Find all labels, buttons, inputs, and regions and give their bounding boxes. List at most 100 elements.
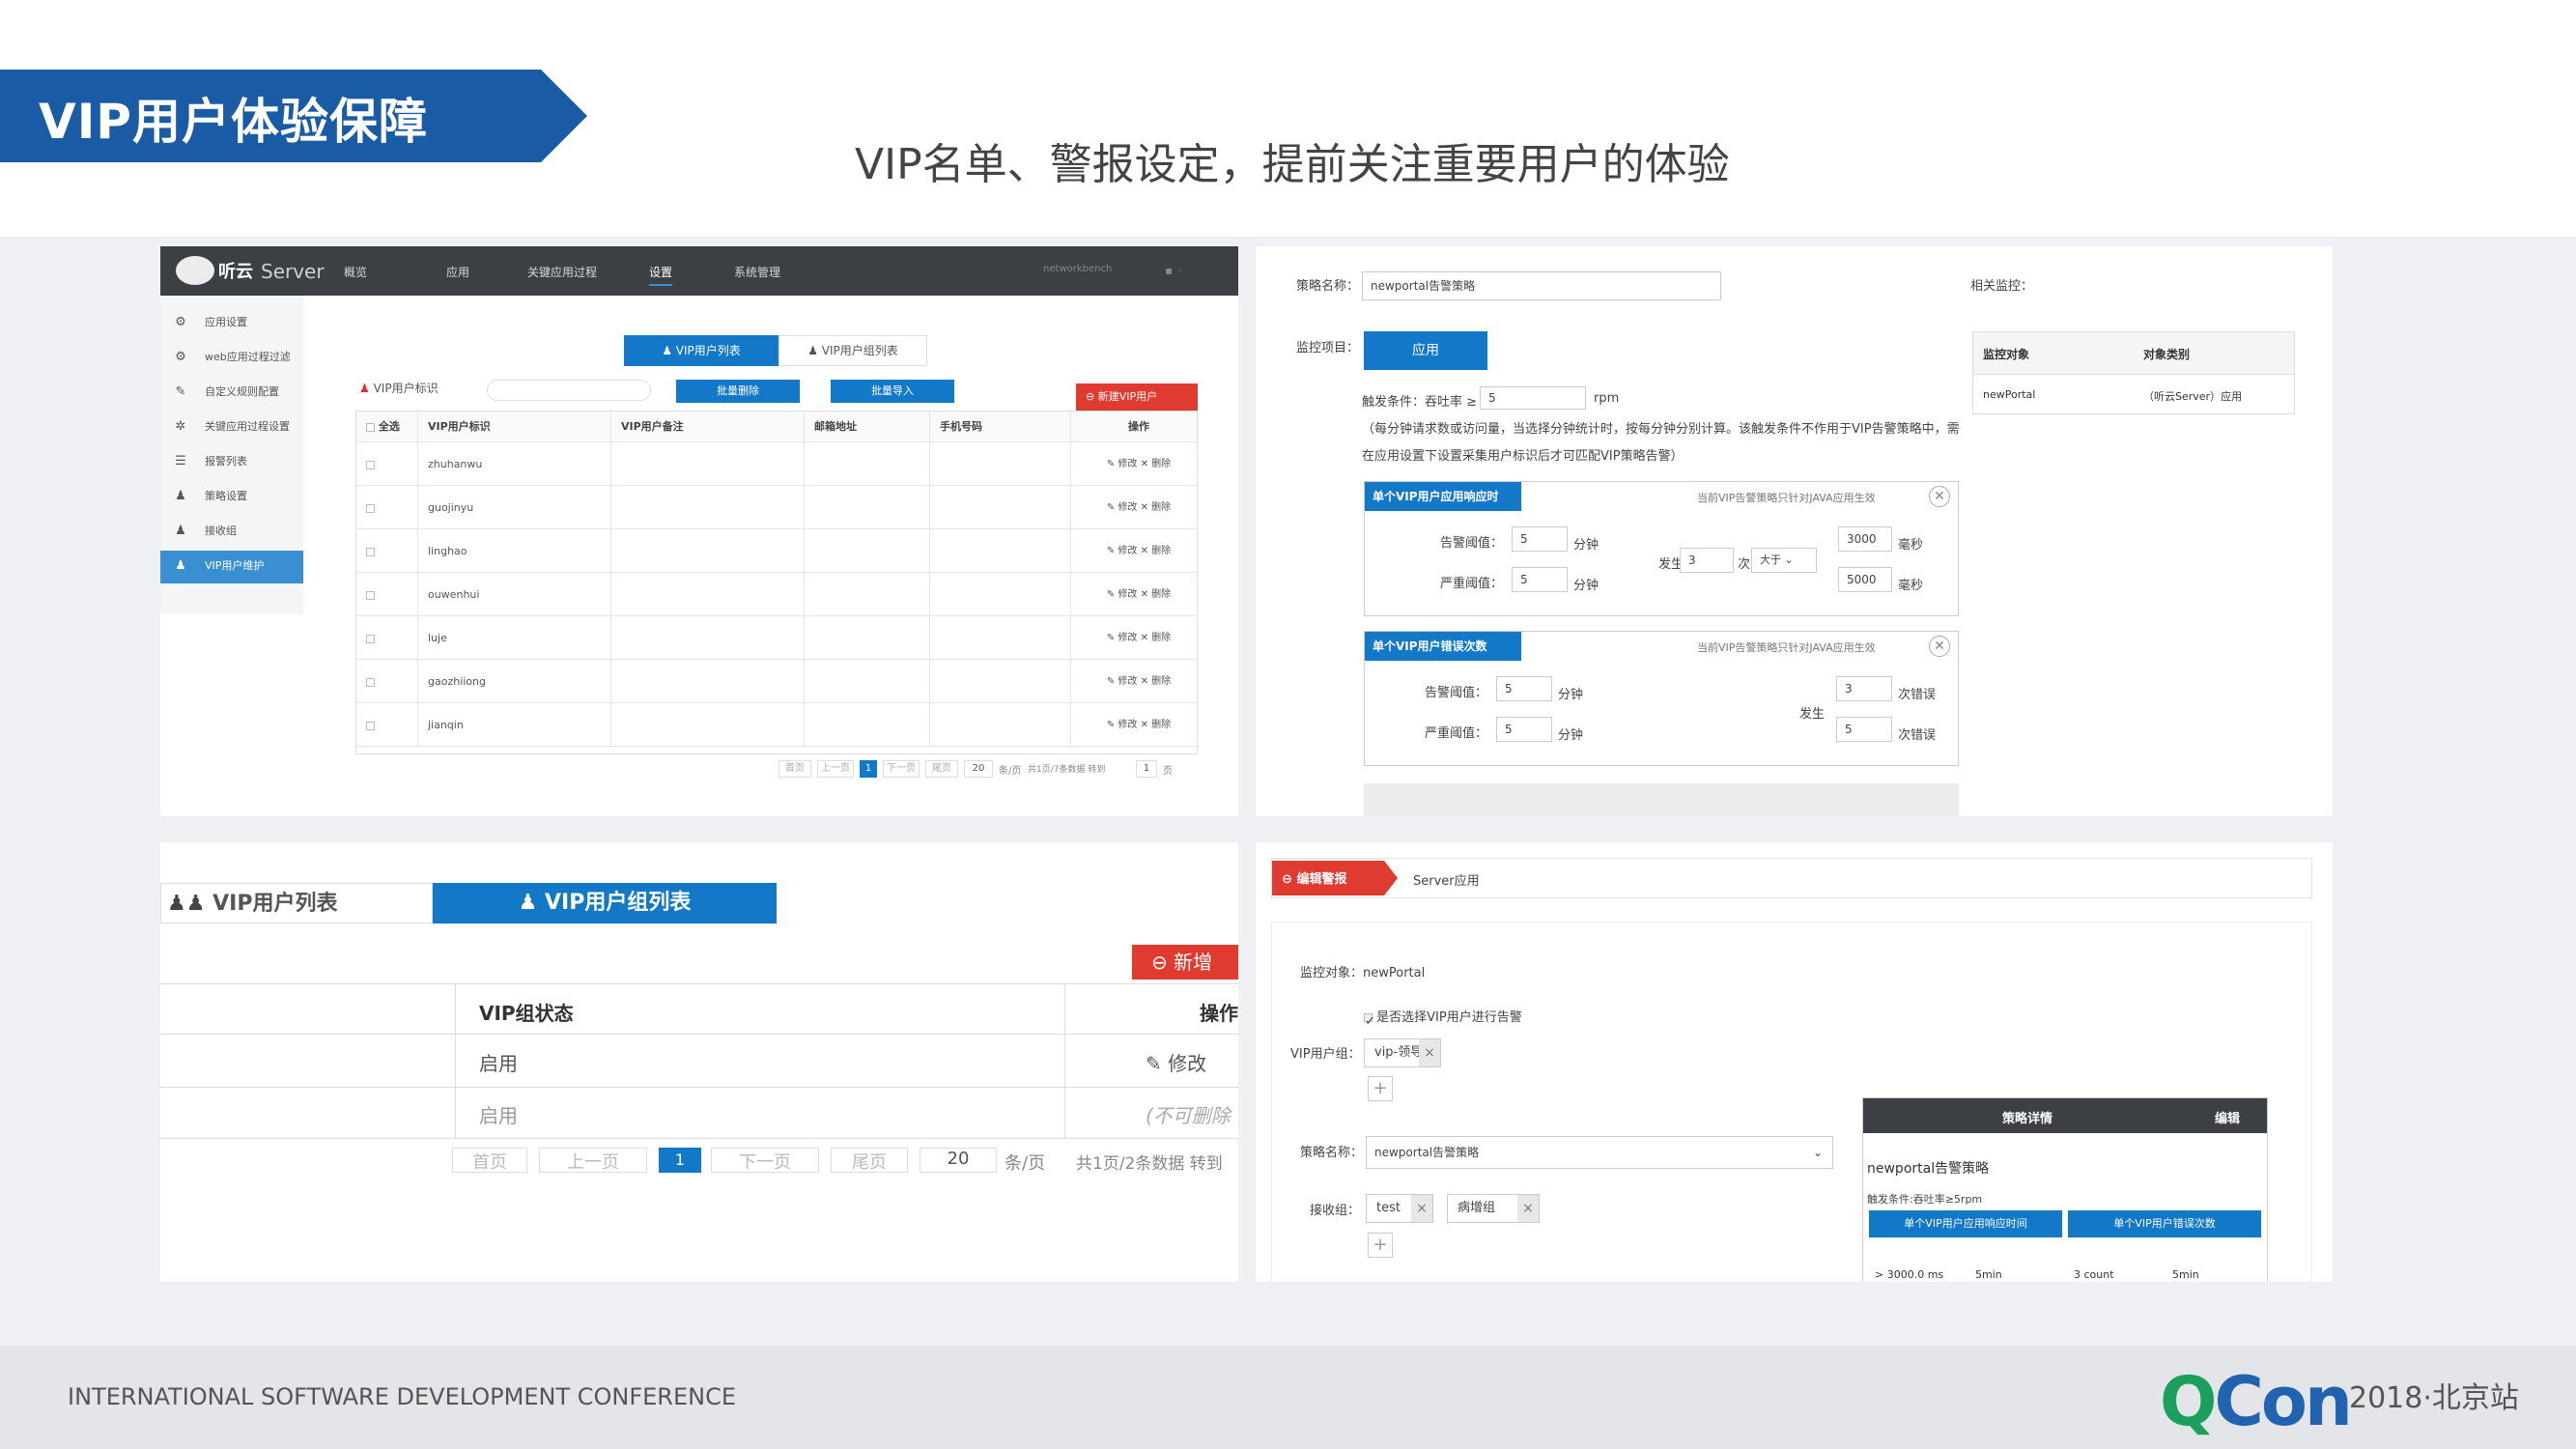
vip-alert-checkbox[interactable]: ✓ 是否选择VIP用户进行告警: [1364, 1007, 1522, 1029]
occur-count-input[interactable]: 3: [1680, 548, 1734, 573]
row-actions[interactable]: ✎ 修改 ✕ 删除: [1071, 529, 1197, 572]
row-actions[interactable]: ✎ 修改 ✕ 删除: [1071, 616, 1197, 659]
user-icon: ♟: [359, 382, 370, 395]
row-actions[interactable]: ✎ 修改 ✕ 删除: [1071, 486, 1197, 528]
tab-vip-group-list[interactable]: ♟ VIP用户组列表: [778, 335, 927, 366]
tab-vip-user-list[interactable]: ♟ VIP用户列表: [624, 335, 778, 366]
ms-crit-input[interactable]: 5000: [1838, 567, 1892, 592]
nav-settings[interactable]: 设置: [649, 264, 673, 286]
sidebar-item-app-settings[interactable]: ⚙ 应用设置: [160, 307, 303, 338]
tab-vip-user-list[interactable]: ♟♟ VIP用户列表: [160, 883, 433, 923]
close-icon[interactable]: ✕: [1929, 486, 1950, 507]
sidebar-item-alert-list[interactable]: ☰ 报警列表: [160, 446, 303, 477]
trigger-input[interactable]: 5: [1480, 386, 1586, 410]
sidebar-item-policy[interactable]: ♟ 策略设置: [160, 481, 303, 512]
row-phone: [930, 703, 1071, 746]
err-crit-input[interactable]: 5: [1836, 717, 1892, 742]
row-checkbox[interactable]: [356, 660, 418, 702]
crit-threshold-input[interactable]: 5: [1496, 717, 1552, 742]
pager-size[interactable]: 20: [920, 1148, 997, 1173]
policy-detail-name: newportal告警策略: [1867, 1161, 1990, 1177]
row-checkbox[interactable]: [356, 573, 418, 615]
pager-first[interactable]: 首页: [452, 1148, 527, 1173]
policy-edit-link[interactable]: 编辑: [2215, 1108, 2240, 1126]
row-checkbox[interactable]: [356, 529, 418, 572]
sidebar-item-key-process[interactable]: ✲ 关键应用过程设置: [160, 412, 303, 442]
sidebar-item-vip[interactable]: ♟ VIP用户维护: [160, 551, 303, 583]
add-receiver-icon[interactable]: +: [1368, 1233, 1393, 1258]
row-vip-id: ouwenhui: [418, 573, 611, 615]
nav-key-process[interactable]: 关键应用过程: [527, 264, 597, 280]
row-vip-id: jianqin: [418, 703, 611, 746]
row-vip-id: guojinyu: [418, 486, 611, 528]
row-actions[interactable]: ✎ 修改 ✕ 删除: [1071, 660, 1197, 702]
warn-threshold-input[interactable]: 5: [1496, 676, 1552, 701]
err-warn-input[interactable]: 3: [1836, 676, 1892, 701]
slide-subtitle: VIP名单、警报设定，提前关注重要用户的体验: [855, 140, 1730, 189]
receiver-tag[interactable]: 病增组 ×: [1447, 1194, 1540, 1223]
detail-errors-value: 3 count: [2074, 1268, 2114, 1281]
pager-prev[interactable]: 上一页: [817, 760, 854, 778]
nav-overview[interactable]: 概览: [344, 264, 367, 280]
vip-search-input[interactable]: [487, 380, 651, 401]
pager-current[interactable]: 1: [659, 1148, 701, 1173]
pager-next[interactable]: 下一页: [883, 760, 920, 778]
row-checkbox[interactable]: [356, 442, 418, 485]
row-actions[interactable]: ✎ 修改 ✕ 删除: [1071, 442, 1197, 485]
user-name[interactable]: networkbench: [1043, 264, 1112, 274]
nav-system[interactable]: 系统管理: [734, 264, 780, 280]
policy-select[interactable]: newportal告警策略 ⌄: [1366, 1136, 1833, 1169]
row-actions[interactable]: ✎ 修改 ✕ 删除: [1071, 573, 1197, 615]
compare-select[interactable]: 大于 ⌄: [1751, 548, 1817, 573]
group-edit-link[interactable]: ✎ 修改: [1146, 1048, 1206, 1076]
pager-last[interactable]: 尾页: [831, 1148, 908, 1173]
edit-alert-header: ⊖ 编辑警报 Server应用: [1271, 858, 2312, 898]
pager-current[interactable]: 1: [860, 760, 877, 778]
row-actions[interactable]: ✎ 修改 ✕ 删除: [1071, 703, 1197, 746]
new-group-button[interactable]: ⊖ 新增: [1132, 945, 1238, 980]
warn-threshold-input[interactable]: 5: [1512, 526, 1568, 552]
remove-tag-icon[interactable]: ×: [1411, 1195, 1432, 1222]
monitor-app-button[interactable]: 应用: [1364, 331, 1487, 370]
window-controls-icon[interactable]: ▪ ◦: [1165, 264, 1183, 277]
ms-unit: 毫秒: [1898, 579, 1924, 593]
row-checkbox[interactable]: [356, 703, 418, 746]
pager-next[interactable]: 下一页: [711, 1148, 819, 1173]
minute-unit: 分钟: [1558, 688, 1584, 702]
batch-import-button[interactable]: 批量导入: [831, 380, 954, 403]
new-vip-user-button[interactable]: ⊖ 新建VIP用户: [1076, 384, 1198, 411]
policy-name-label: 策略名称：: [1296, 279, 1360, 294]
remove-tag-icon[interactable]: ×: [1419, 1039, 1440, 1066]
close-icon[interactable]: ✕: [1929, 636, 1950, 657]
pager-first[interactable]: 首页: [778, 760, 811, 778]
vip-user-list-panel: 听云 Server 概览 应用 关键应用过程 设置 系统管理 networkbe…: [160, 246, 1238, 816]
sidebar-item-custom-rules[interactable]: ✎ 自定义规则配置: [160, 377, 303, 408]
receiver-tag[interactable]: test ×: [1366, 1194, 1433, 1223]
related-type-value: （听云Server）应用: [2143, 390, 2243, 403]
batch-delete-button[interactable]: 批量删除: [676, 380, 800, 403]
row-checkbox[interactable]: [356, 486, 418, 528]
product-name: Server: [261, 260, 325, 283]
tab-vip-group-list[interactable]: ♟ VIP用户组列表: [433, 883, 777, 923]
users-icon: ♟♟: [167, 892, 206, 916]
row-checkbox[interactable]: [356, 616, 418, 659]
col-group-actions: 操作: [1200, 1002, 1238, 1025]
ms-warn-input[interactable]: 3000: [1838, 526, 1892, 552]
policy-name-input[interactable]: newportal告警策略: [1362, 271, 1721, 300]
vip-group-label: VIP用户组：: [1290, 1047, 1361, 1062]
vip-group-tag[interactable]: vip-领导 ×: [1364, 1038, 1441, 1067]
pager-goto-input[interactable]: 1: [1136, 760, 1157, 778]
breadcrumb[interactable]: Server应用: [1413, 870, 1480, 889]
vip-user-table: 全选 VIP用户标识 VIP用户备注 邮箱地址 手机号码 操作 zhuhanwu…: [355, 411, 1198, 754]
pager-size[interactable]: 20: [964, 760, 993, 778]
pager-prev[interactable]: 上一页: [539, 1148, 647, 1173]
remove-tag-icon[interactable]: ×: [1517, 1195, 1539, 1222]
crit-threshold-input[interactable]: 5: [1512, 567, 1568, 592]
add-vip-group-icon[interactable]: +: [1368, 1076, 1393, 1101]
pager-last[interactable]: 尾页: [925, 760, 958, 778]
col-select-all[interactable]: 全选: [356, 412, 418, 441]
sidebar-item-web-filter[interactable]: ⚙ web应用过程过滤: [160, 342, 303, 373]
row-remark: [611, 660, 805, 702]
nav-apps[interactable]: 应用: [446, 264, 469, 280]
sidebar-item-receivers[interactable]: ♟ 接收组: [160, 516, 303, 547]
